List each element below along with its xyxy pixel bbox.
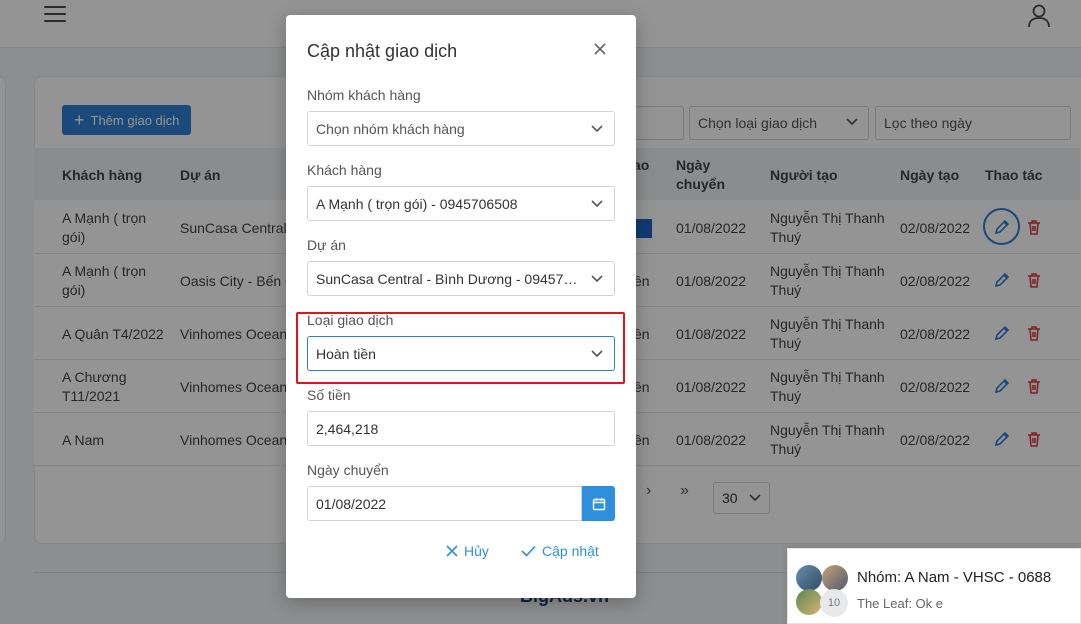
calendar-icon bbox=[592, 497, 605, 510]
member-count-badge: 10 bbox=[820, 589, 848, 617]
close-icon bbox=[446, 545, 458, 557]
cancel-label: Hủy bbox=[464, 543, 489, 559]
transfer-date-label: Ngày chuyển bbox=[307, 462, 389, 478]
transfer-date-input[interactable] bbox=[307, 486, 582, 521]
chevron-down-icon bbox=[591, 200, 603, 208]
customer-group-select[interactable]: Chọn nhóm khách hàng bbox=[307, 111, 615, 146]
customer-label: Khách hàng bbox=[307, 162, 382, 178]
amount-input[interactable] bbox=[307, 411, 615, 446]
modal-title: Cập nhật giao dịch bbox=[307, 41, 458, 61]
chat-last-message: The Leaf: Ok e bbox=[857, 596, 943, 611]
check-icon bbox=[521, 545, 536, 557]
avatar bbox=[796, 565, 822, 591]
transaction-type-highlight bbox=[296, 312, 625, 384]
chat-group-title: Nhóm: A Nam - VHSC - 0688 bbox=[857, 569, 1052, 586]
customer-group-value: Chọn nhóm khách hàng bbox=[316, 120, 465, 137]
update-label: Cập nhật bbox=[542, 543, 599, 559]
avatar bbox=[822, 565, 848, 591]
chevron-down-icon bbox=[591, 275, 603, 283]
cancel-button[interactable]: Hủy bbox=[446, 543, 489, 559]
calendar-button[interactable] bbox=[582, 486, 615, 521]
amount-label: Số tiền bbox=[307, 387, 351, 403]
avatar bbox=[796, 589, 822, 615]
customer-value: A Mạnh ( trọn gói) - 0945706508 bbox=[316, 195, 518, 212]
project-label: Dự án bbox=[307, 237, 346, 253]
customer-select[interactable]: A Mạnh ( trọn gói) - 0945706508 bbox=[307, 186, 615, 221]
project-select[interactable]: SunCasa Central - Bình Dương - 094570650… bbox=[307, 261, 615, 296]
project-value: SunCasa Central - Bình Dương - 094570650… bbox=[316, 270, 578, 287]
update-transaction-modal: Cập nhật giao dịch Nhóm khách hàng Chọn … bbox=[286, 15, 636, 598]
update-button[interactable]: Cập nhật bbox=[521, 543, 599, 559]
close-icon[interactable] bbox=[593, 42, 607, 56]
chevron-down-icon bbox=[591, 125, 603, 133]
customer-group-label: Nhóm khách hàng bbox=[307, 87, 421, 103]
